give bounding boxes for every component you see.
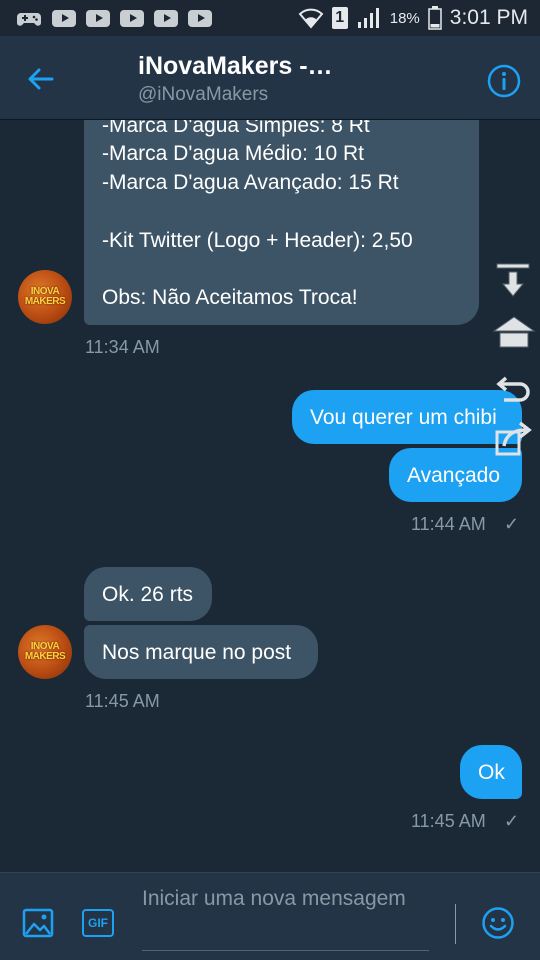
youtube-icon — [86, 9, 110, 27]
youtube-icon — [188, 9, 212, 27]
system-status: 1 18% 3:01 PM — [298, 6, 528, 30]
price-line: -Marca D'agua Avançado: 15 Rt — [102, 171, 399, 194]
message-input[interactable]: Iniciar uma nova mensagem — [142, 885, 429, 951]
game-controller-icon — [17, 13, 41, 26]
battery-percent: 18% — [389, 9, 420, 27]
avatar[interactable]: INOVA MAKERS — [18, 625, 72, 679]
note-line: Obs: Não Aceitamos Troca! — [102, 286, 358, 309]
youtube-icon — [154, 9, 178, 27]
composer-divider — [455, 904, 456, 944]
gif-button[interactable]: GIF — [82, 909, 114, 937]
conversation-title[interactable]: iNovaMakers -… — [138, 52, 333, 81]
clock: 3:01 PM — [449, 6, 528, 29]
signal-icon — [357, 8, 379, 28]
read-check-icon: ✓ — [504, 514, 520, 534]
outgoing-message[interactable]: Ok — [460, 745, 522, 799]
undo-icon[interactable] — [496, 370, 536, 410]
notification-icons — [16, 8, 212, 28]
message-timestamp: 11:34 AM — [85, 337, 160, 357]
message-timestamp: 11:45 AM — [411, 811, 486, 831]
conversation-handle[interactable]: @iNovaMakers — [138, 84, 268, 106]
image-icon[interactable] — [22, 908, 54, 938]
info-icon[interactable] — [487, 64, 521, 98]
message-composer: GIF Iniciar uma nova mensagem — [0, 872, 540, 960]
outgoing-message[interactable]: Vou querer um chibi — [292, 390, 522, 444]
price-line: -Kit Twitter (Logo + Header): 2,50 — [102, 229, 413, 252]
price-line: -Marca D'agua Médio: 10 Rt — [102, 142, 364, 165]
wifi-icon — [298, 8, 324, 29]
message-timestamp: 11:45 AM — [85, 691, 160, 711]
youtube-icon — [120, 9, 144, 27]
scroll-down-icon[interactable] — [493, 262, 533, 302]
back-arrow-icon[interactable] — [26, 64, 56, 94]
sim-icon: 1 — [331, 7, 348, 29]
home-icon[interactable] — [491, 313, 537, 353]
status-bar: 1 18% 3:01 PM — [0, 0, 540, 36]
incoming-message-price-list[interactable]: -Marca D'agua Simples: 8 Rt -Marca D'agu… — [84, 95, 479, 325]
incoming-message[interactable]: Ok. 26 rts — [84, 567, 212, 621]
read-check-icon: ✓ — [504, 811, 520, 831]
incoming-message[interactable]: Nos marque no post — [84, 625, 318, 679]
avatar[interactable]: INOVA MAKERS — [18, 270, 72, 324]
avatar-logo: INOVA MAKERS — [24, 286, 66, 307]
battery-icon — [428, 6, 442, 30]
youtube-icon — [52, 9, 76, 27]
share-icon[interactable] — [494, 418, 534, 458]
emoji-icon[interactable] — [481, 906, 515, 940]
message-timestamp: 11:44 AM — [411, 514, 486, 534]
header-foreground: iNovaMakers -… @iNovaMakers — [0, 36, 540, 120]
avatar-logo: INOVA MAKERS — [24, 641, 66, 662]
